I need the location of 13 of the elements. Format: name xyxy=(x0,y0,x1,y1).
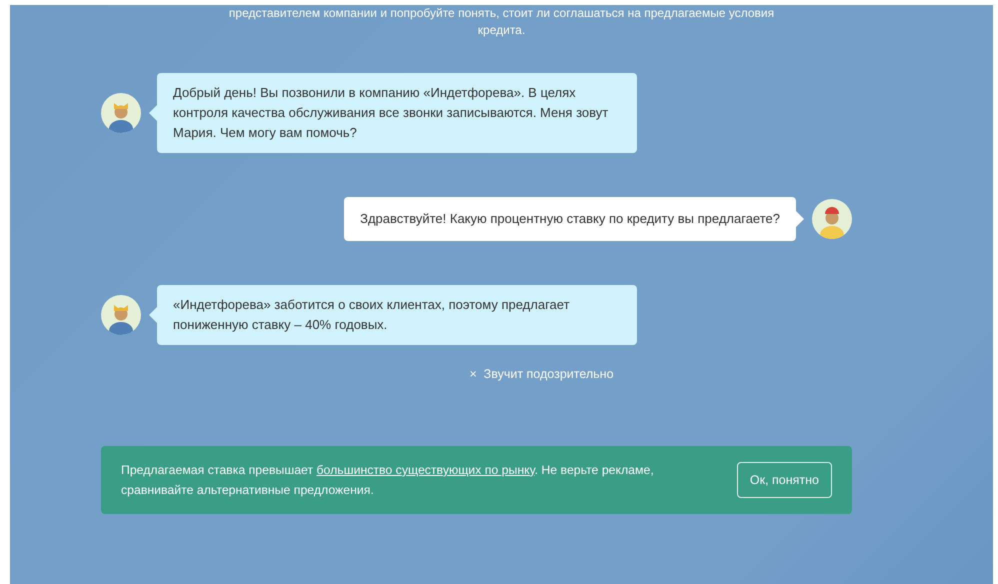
intro-text: представителем компании и попробуйте понять, стоит ли соглашаться на предлагаемые условия xyxy=(228,5,776,22)
warning-text: Предлагаемая ставка превышает большинство существующих по рынку. Не верьте рекламе, сравнивайте альтернативные предложения. xyxy=(121,462,655,499)
bubble-tail xyxy=(796,211,804,227)
ok-button[interactable]: Ок, понятно xyxy=(736,462,832,498)
operator-message: «Индетфорева» заботится о своих клиентах, поэтому предлагает пониженную ставку – 40% годовых. xyxy=(157,285,637,345)
market-link[interactable]: большинство существующих по рынку xyxy=(316,462,535,477)
user-message: Здравствуйте! Какую процентную ставку по кредиту вы предлагаете? xyxy=(344,197,796,241)
reply-option[interactable]: × Звучит подозрительно xyxy=(469,365,614,384)
user-avatar-icon xyxy=(812,199,852,239)
operator-avatar-icon xyxy=(101,93,141,133)
operator-message: Добрый день! Вы позвонили в компанию «Индетфорева». В целях контроля качества обслуживания все звонки записываются. Меня зовут Мария. Чем могу вам помочь? xyxy=(157,73,637,153)
operator-avatar-icon xyxy=(101,295,141,335)
intro-text: кредита. xyxy=(476,22,526,39)
